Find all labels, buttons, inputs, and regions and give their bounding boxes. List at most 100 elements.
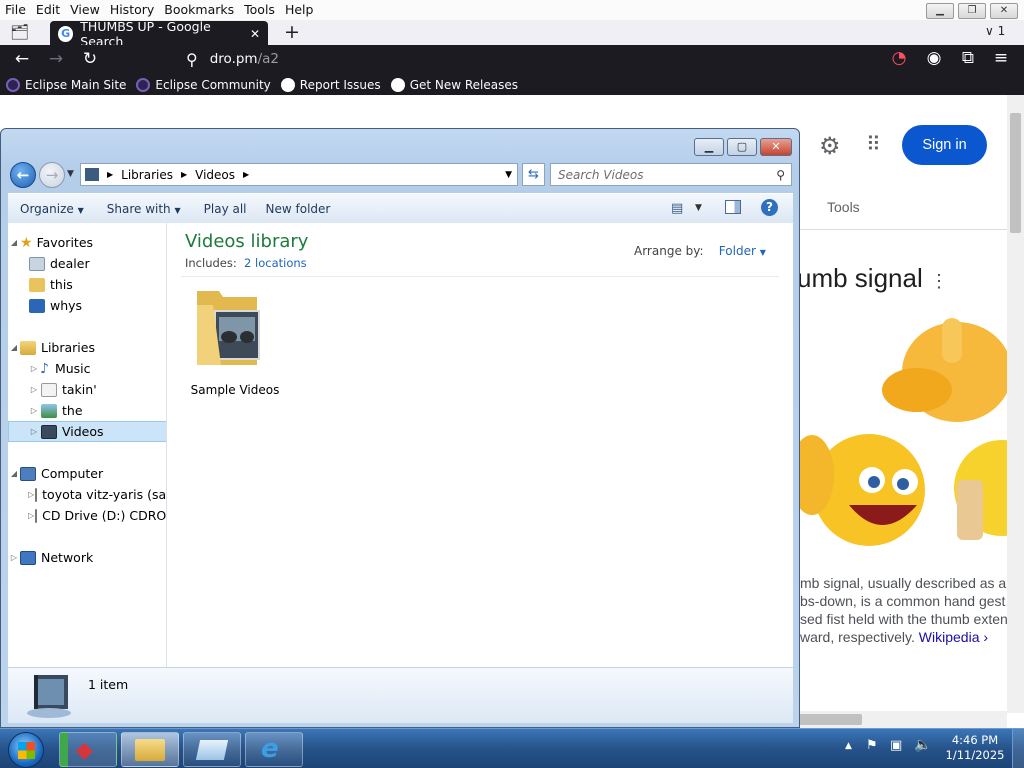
sign-in-button[interactable]: Sign in [902, 125, 987, 165]
collapse-arrow-icon[interactable]: ▷ [28, 406, 40, 415]
bookmark-report-issues[interactable]: Report Issues [280, 77, 381, 92]
menu-help[interactable]: Help [280, 0, 319, 20]
collapse-arrow-icon[interactable]: ▷ [28, 385, 40, 394]
breadcrumb-videos[interactable]: Videos [195, 168, 235, 182]
account-icon[interactable]: ◉ [923, 48, 945, 68]
folder-item[interactable]: Sample Videos [189, 285, 281, 403]
vertical-scroll-thumb[interactable] [1010, 113, 1021, 233]
back-button-icon[interactable]: ← [11, 49, 33, 69]
show-hidden-icons[interactable]: ▲ [845, 741, 852, 751]
expand-arrow-icon[interactable]: ◢ [8, 469, 20, 478]
explorer-close-button[interactable]: ✕ [760, 138, 792, 156]
app-menu-icon[interactable]: ≡ [990, 48, 1012, 68]
new-tab-button[interactable]: + [284, 21, 300, 43]
taskbar-explorer[interactable] [121, 732, 179, 767]
tree-network[interactable]: ▷ Network [8, 547, 166, 568]
tree-favorites[interactable]: ◢ ★ Favorites [8, 232, 166, 253]
extensions-icon[interactable]: ⧉ [957, 48, 979, 68]
locations-link[interactable]: 2 locations [244, 256, 307, 270]
tree-item-cd-drive[interactable]: ▷ CD Drive (D:) CDROM [8, 505, 166, 526]
tree-item-takin[interactable]: ▷ takin' [8, 379, 166, 400]
network-tray-icon[interactable]: ▣ [890, 738, 902, 753]
forward-button-icon[interactable]: → [45, 49, 67, 69]
explorer-minimize-button[interactable]: ▁ [694, 138, 724, 156]
volume-icon[interactable]: 🔈 [914, 737, 931, 753]
menu-view[interactable]: View [65, 0, 105, 20]
bookmark-eclipse-main[interactable]: Eclipse Main Site [6, 77, 126, 92]
menu-edit[interactable]: Edit [31, 0, 65, 20]
menu-history[interactable]: History [105, 0, 159, 20]
thumbs-up-images[interactable] [797, 310, 1007, 550]
tree-item-the[interactable]: ▷ the [8, 400, 166, 421]
tree-computer[interactable]: ◢ Computer [8, 463, 166, 484]
help-icon[interactable]: ? [761, 199, 778, 216]
collapse-arrow-icon[interactable]: ▷ [8, 553, 20, 562]
collapse-arrow-icon[interactable]: ▷ [28, 490, 34, 499]
apps-grid-icon[interactable]: ⠿ [866, 132, 881, 156]
search-videos-input[interactable]: Search Videos ⚲ [550, 163, 792, 186]
play-all-button[interactable]: Play all [190, 202, 256, 216]
collapse-arrow-icon[interactable]: ▷ [28, 364, 40, 373]
breadcrumb-separator-icon[interactable]: ▶ [181, 170, 187, 179]
tab-overview-icon[interactable]: 🗂 [10, 23, 29, 41]
collapse-arrow-icon[interactable]: ▷ [28, 511, 34, 520]
horizontal-scroll-thumb[interactable] [797, 714, 862, 725]
taskbar-app-1[interactable]: ◆ [59, 732, 117, 767]
tab-active[interactable]: G THUMBS UP - Google Search ✕ [50, 19, 268, 49]
menu-tools[interactable]: Tools [239, 0, 280, 20]
tab-close-icon[interactable]: ✕ [250, 27, 260, 41]
tree-item-videos[interactable]: ▷ Videos [8, 421, 166, 442]
breadcrumb-separator-icon[interactable]: ▶ [243, 170, 249, 179]
url-bar[interactable]: ⚲ dro.pm /a2 [176, 46, 813, 72]
browser-restore-button[interactable]: ❐ [958, 3, 986, 19]
view-dropdown-icon[interactable]: ▼ [695, 203, 702, 213]
desktop-icon [29, 298, 45, 313]
tab-list-button[interactable]: ∨ 1 [985, 24, 1005, 38]
refresh-icon[interactable]: ⇆ [522, 163, 545, 186]
show-desktop-button[interactable] [1012, 729, 1024, 768]
page-vertical-scrollbar[interactable] [1007, 95, 1024, 713]
bookmark-eclipse-community[interactable]: Eclipse Community [136, 77, 271, 92]
explorer-maximize-button[interactable]: ▢ [727, 138, 757, 156]
tree-item-local-drive[interactable]: ▷ toyota vitz-yaris (sar [8, 484, 166, 505]
browser-close-button[interactable]: ✕ [990, 3, 1018, 19]
back-arrow-icon[interactable]: ← [10, 162, 36, 188]
address-bar[interactable]: ▶ Libraries ▶ Videos ▶ ▼ [80, 163, 518, 186]
organize-button[interactable]: Organize ▼ [8, 202, 93, 216]
breadcrumb-libraries[interactable]: Libraries [121, 168, 173, 182]
expand-arrow-icon[interactable]: ◢ [8, 343, 20, 352]
preview-pane-icon[interactable] [725, 200, 741, 214]
tree-item-dealer[interactable]: dealer [8, 253, 166, 274]
tree-item-this[interactable]: this [8, 274, 166, 295]
start-button[interactable] [8, 732, 44, 768]
collapse-arrow-icon[interactable]: ▷ [28, 427, 40, 436]
system-clock[interactable]: 4:46 PM 1/11/2025 [940, 733, 1010, 763]
address-dropdown-icon[interactable]: ▼ [505, 170, 512, 180]
tools-tab[interactable]: Tools [827, 199, 860, 215]
share-with-button[interactable]: Share with ▼ [93, 202, 190, 216]
tree-item-music[interactable]: ▷ ♪ Music [8, 358, 166, 379]
arrange-by-dropdown[interactable]: Folder ▼ [719, 244, 766, 258]
taskbar-internet-explorer[interactable]: e [245, 732, 303, 767]
more-options-icon[interactable]: ⋮ [930, 271, 948, 291]
tracking-protection-icon[interactable]: ◔ [888, 48, 910, 68]
expand-arrow-icon[interactable]: ◢ [8, 238, 20, 247]
tree-libraries[interactable]: ◢ Libraries [8, 337, 166, 358]
breadcrumb-separator-icon[interactable]: ▶ [107, 170, 113, 179]
menu-file[interactable]: File [0, 0, 31, 20]
menu-bookmarks[interactable]: Bookmarks [159, 0, 239, 20]
taskbar-app-3[interactable] [183, 732, 241, 767]
wikipedia-link[interactable]: Wikipedia › [919, 629, 988, 645]
search-icon[interactable]: ⚲ [776, 168, 785, 182]
page-horizontal-scrollbar[interactable] [797, 711, 1007, 728]
action-center-flag-icon[interactable]: ⚑ [866, 738, 878, 753]
bookmark-get-new-releases[interactable]: Get New Releases [390, 77, 518, 92]
recent-pages-chevron-icon[interactable]: ▼ [67, 169, 74, 179]
forward-arrow-icon[interactable]: → [39, 162, 65, 188]
new-folder-button[interactable]: New folder [256, 202, 340, 216]
view-options-icon[interactable]: ▤ [671, 201, 683, 216]
settings-gear-icon[interactable]: ⚙ [819, 132, 841, 160]
browser-minimize-button[interactable]: ▁ [926, 3, 954, 19]
reload-button-icon[interactable]: ↻ [79, 49, 101, 69]
tree-item-whys[interactable]: whys [8, 295, 166, 316]
